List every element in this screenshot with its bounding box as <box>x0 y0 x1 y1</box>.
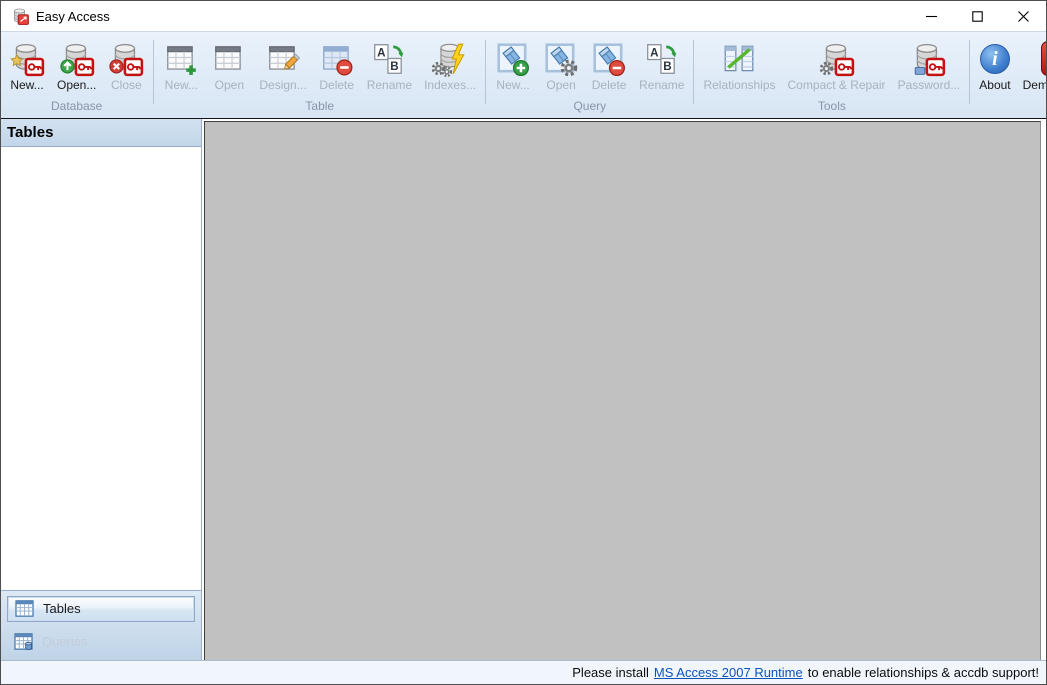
table-open-icon <box>211 40 247 77</box>
close-button[interactable] <box>1000 1 1046 31</box>
table-delete-icon <box>319 40 355 77</box>
ribbon-separator <box>693 40 694 104</box>
statusbar: Please install MS Access 2007 Runtime to… <box>1 660 1046 684</box>
ribbon-separator <box>153 40 154 104</box>
maximize-button[interactable] <box>954 1 1000 31</box>
query-rename-button[interactable]: A B Rename <box>633 39 690 93</box>
table-design-button[interactable]: Design... <box>253 39 312 93</box>
sidebar: Tables Tables <box>1 119 202 660</box>
tools-relationships-button[interactable]: Relationships <box>697 39 781 93</box>
button-label: Delete <box>319 78 354 92</box>
titlebar: Easy Access <box>1 1 1046 31</box>
app-window: Easy Access <box>0 0 1047 685</box>
table-delete-button[interactable]: Delete <box>313 39 361 93</box>
table-design-icon <box>265 40 301 77</box>
database-open-icon <box>59 40 95 77</box>
svg-text:A: A <box>650 46 659 59</box>
app-icon <box>10 7 30 25</box>
tools-compact-repair-button[interactable]: Compact & Repair <box>782 39 892 93</box>
table-rename-button[interactable]: A B Rename <box>361 39 418 93</box>
demonstration-button[interactable]: You Tube Demonstration <box>1017 39 1047 93</box>
group-label-database: Database <box>3 99 150 118</box>
nav-label: Tables <box>43 601 81 616</box>
about-icon: i <box>980 40 1010 77</box>
group-label-tools: Tools <box>697 99 966 118</box>
window-title: Easy Access <box>36 9 110 24</box>
button-label: Demonstration <box>1023 78 1047 92</box>
table-open-button[interactable]: Open <box>205 39 253 93</box>
workspace-area <box>204 121 1041 660</box>
minimize-button[interactable] <box>908 1 954 31</box>
ribbon-toolbar: New... Open... <box>1 31 1046 119</box>
group-label-query: Query <box>489 99 690 118</box>
ribbon-group-database: New... Open... <box>3 32 150 118</box>
table-new-icon <box>163 40 199 77</box>
svg-text:B: B <box>663 60 671 73</box>
ribbon-group-help: i About You Tube Demonstration <box>973 32 1047 118</box>
button-label: New... <box>165 78 198 92</box>
password-icon <box>911 40 947 77</box>
status-text-after: to enable relationships & accdb support! <box>808 665 1039 680</box>
database-close-button[interactable]: Close <box>102 39 150 93</box>
button-label: Open <box>546 78 575 92</box>
button-label: About <box>979 78 1010 92</box>
maximize-icon <box>972 11 983 22</box>
queries-nav-icon <box>14 633 33 650</box>
button-label: Indexes... <box>424 78 476 92</box>
button-label: Password... <box>898 78 961 92</box>
button-label: Design... <box>259 78 306 92</box>
youtube-icon: You Tube <box>1041 40 1047 77</box>
database-new-button[interactable]: New... <box>3 39 51 93</box>
ms-access-runtime-link[interactable]: MS Access 2007 Runtime <box>654 665 803 680</box>
ribbon-group-tools: Relationships Compact & Repair <box>697 32 966 118</box>
table-new-button[interactable]: New... <box>157 39 205 93</box>
database-close-icon <box>108 40 144 77</box>
minimize-icon <box>926 11 937 22</box>
main-wrap <box>202 119 1046 660</box>
button-label: Compact & Repair <box>788 78 886 92</box>
query-new-icon <box>495 40 531 77</box>
status-text-before: Please install <box>572 665 649 680</box>
sidebar-nav-tables[interactable]: Tables <box>7 596 195 622</box>
button-label: New... <box>10 78 43 92</box>
query-open-icon <box>543 40 579 77</box>
table-indexes-button[interactable]: Indexes... <box>418 39 482 93</box>
content-area: Tables Tables <box>1 119 1046 660</box>
button-label: Close <box>111 78 142 92</box>
query-open-button[interactable]: Open <box>537 39 585 93</box>
group-label-table: Table <box>157 99 482 118</box>
button-label: Open... <box>57 78 96 92</box>
about-button[interactable]: i About <box>973 39 1016 93</box>
tables-nav-icon <box>15 600 34 617</box>
tools-password-button[interactable]: Password... <box>892 39 967 93</box>
sidebar-nav: Tables Queries <box>1 590 201 660</box>
sidebar-panel-title: Tables <box>1 119 201 147</box>
button-label: Delete <box>592 78 627 92</box>
query-new-button[interactable]: New... <box>489 39 537 93</box>
query-delete-icon <box>591 40 627 77</box>
ribbon-separator <box>485 40 486 104</box>
database-open-button[interactable]: Open... <box>51 39 102 93</box>
relationships-icon <box>721 40 757 77</box>
nav-label: Queries <box>42 634 88 649</box>
sidebar-nav-queries[interactable]: Queries <box>7 629 195 654</box>
button-label: Rename <box>367 78 412 92</box>
button-label: Open <box>215 78 244 92</box>
database-new-icon <box>9 40 45 77</box>
indexes-icon <box>432 40 468 77</box>
button-label: Relationships <box>703 78 775 92</box>
button-label: Rename <box>639 78 684 92</box>
tables-list[interactable] <box>1 147 201 590</box>
ribbon-separator <box>969 40 970 104</box>
close-icon <box>1018 11 1029 22</box>
query-delete-button[interactable]: Delete <box>585 39 633 93</box>
ribbon-group-query: New... Open <box>489 32 690 118</box>
rename-icon: A B <box>371 40 407 77</box>
svg-text:B: B <box>391 60 399 73</box>
rename-icon: A B <box>644 40 680 77</box>
compact-repair-icon <box>819 40 855 77</box>
svg-text:A: A <box>377 46 386 59</box>
ribbon-group-table: New... Open Design... <box>157 32 482 118</box>
button-label: New... <box>496 78 529 92</box>
